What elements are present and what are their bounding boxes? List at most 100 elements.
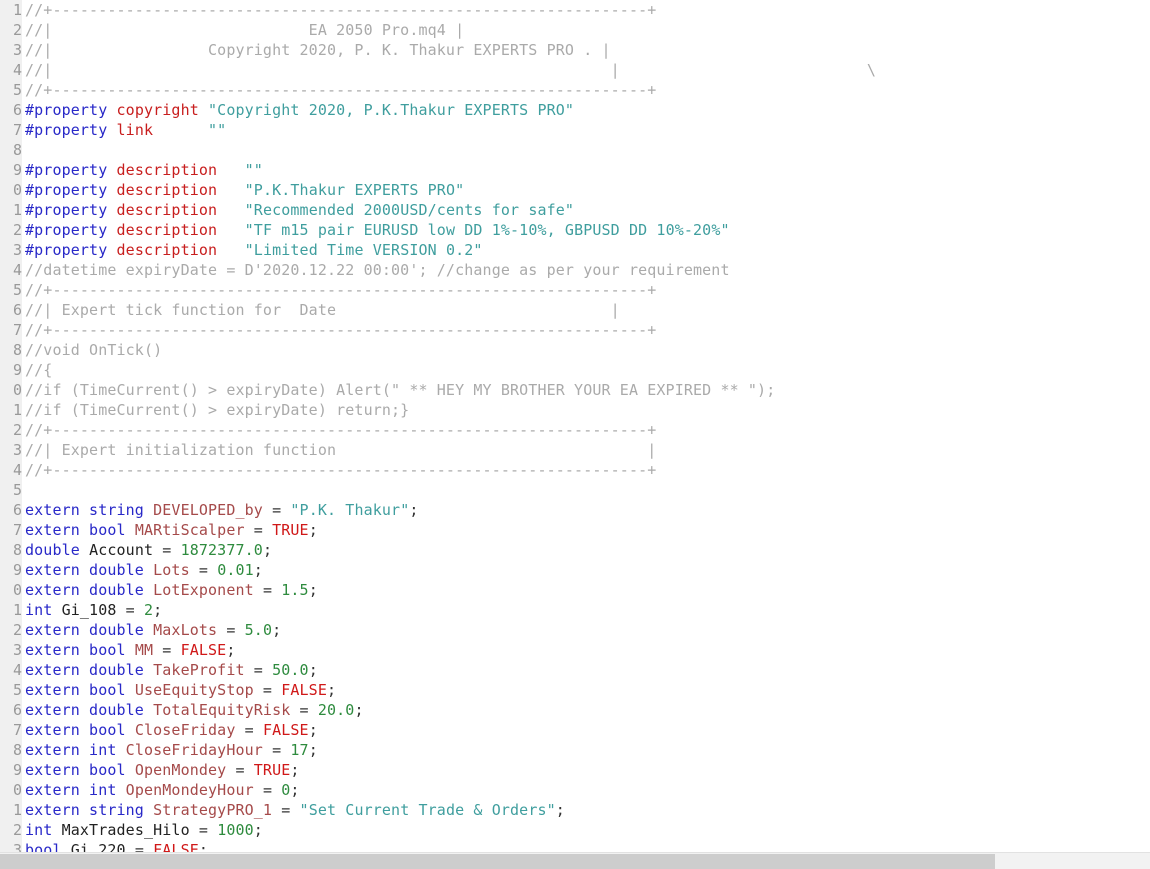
code-line[interactable]: 5 xyxy=(0,480,1150,500)
line-source[interactable]: extern double Lots = 0.01; xyxy=(25,560,263,580)
line-source[interactable]: //+-------------------------------------… xyxy=(25,280,656,300)
line-source[interactable]: //+-------------------------------------… xyxy=(25,0,656,20)
line-source[interactable]: //{ xyxy=(25,360,52,380)
token-punct: ; xyxy=(153,601,163,619)
line-source[interactable]: //| Copyright 2020, P. K. Thakur EXPERTS… xyxy=(25,40,611,60)
line-source[interactable]: //if (TimeCurrent() > expiryDate) Alert(… xyxy=(25,380,775,400)
code-line[interactable]: 2//+------------------------------------… xyxy=(0,420,1150,440)
code-line[interactable]: 0 extern double LotExponent = 1.5; xyxy=(0,580,1150,600)
line-source[interactable]: #property link "" xyxy=(25,120,226,140)
code-line[interactable]: 2 #property description "TF m15 pair EURU… xyxy=(0,220,1150,240)
token-punct: = xyxy=(189,821,218,839)
code-line[interactable]: 3 extern bool MM = FALSE; xyxy=(0,640,1150,660)
code-line[interactable]: 1 int Gi_108 = 2; xyxy=(0,600,1150,620)
line-source[interactable]: //| Expert tick function for Date | xyxy=(25,300,620,320)
line-source[interactable]: extern string StrategyPRO_1 = "Set Curre… xyxy=(25,800,565,820)
token-keyword: extern bool xyxy=(25,521,135,539)
code-line[interactable]: 1//+------------------------------------… xyxy=(0,0,1150,20)
code-lines-container[interactable]: 1 //+------------------------------------… xyxy=(0,0,1150,852)
code-line[interactable]: 9 #property description "" xyxy=(0,160,1150,180)
line-number: 8 xyxy=(12,341,22,359)
code-line[interactable]: 4//datetime expiryDate = D'2020.12.22 00… xyxy=(0,260,1150,280)
code-line[interactable]: 3//| Copyright 2020, P. K. Thakur EXPERT… xyxy=(0,40,1150,60)
line-source[interactable]: extern int CloseFridayHour = 17; xyxy=(25,740,318,760)
token-punct: = xyxy=(235,721,263,739)
line-source[interactable]: //| EA 2050 Pro.mq4 | xyxy=(25,20,464,40)
code-line[interactable]: 1 extern string StrategyPRO_1 = "Set Curr… xyxy=(0,800,1150,820)
line-source[interactable]: extern bool MARtiScalper = TRUE; xyxy=(25,520,318,540)
code-line[interactable]: 8 extern int CloseFridayHour = 17; xyxy=(0,740,1150,760)
code-line[interactable]: 6 extern string DEVELOPED_by = "P.K. Thak… xyxy=(0,500,1150,520)
line-source[interactable]: //+-------------------------------------… xyxy=(25,80,656,100)
code-line[interactable]: 8 double Account = 1872377.0; xyxy=(0,540,1150,560)
line-source[interactable]: extern int OpenMondeyHour = 0; xyxy=(25,780,300,800)
line-source[interactable]: extern double TotalEquityRisk = 20.0; xyxy=(25,700,364,720)
horizontal-scrollbar-track[interactable] xyxy=(995,854,1150,869)
line-source[interactable]: //datetime expiryDate = D'2020.12.22 00:… xyxy=(25,260,730,280)
horizontal-scrollbar[interactable] xyxy=(0,852,1150,869)
line-source[interactable]: double Account = 1872377.0; xyxy=(25,540,272,560)
code-line[interactable]: 7 #property link "" xyxy=(0,120,1150,140)
horizontal-scrollbar-thumb[interactable] xyxy=(0,854,995,869)
line-source[interactable]: //+-------------------------------------… xyxy=(25,320,656,340)
line-source[interactable]: #property description "Recommended 2000U… xyxy=(25,200,574,220)
line-source[interactable]: //| | \ xyxy=(25,60,876,80)
code-line[interactable]: 1//if (TimeCurrent() > expiryDate) retur… xyxy=(0,400,1150,420)
code-line[interactable]: 5//+------------------------------------… xyxy=(0,80,1150,100)
line-source[interactable]: extern double TakeProfit = 50.0; xyxy=(25,660,318,680)
line-source[interactable]: bool Gi_220 = FALSE; xyxy=(25,840,208,852)
token-punct: ; xyxy=(290,781,300,799)
editor-text-area[interactable]: 1 //+------------------------------------… xyxy=(0,0,1150,852)
token-comment: //+-------------------------------------… xyxy=(25,461,657,479)
code-line[interactable]: 3 bool Gi_220 = FALSE; xyxy=(0,840,1150,852)
line-source[interactable]: #property description "" xyxy=(25,160,263,180)
code-line[interactable]: 5 extern bool UseEquityStop = FALSE; xyxy=(0,680,1150,700)
line-source[interactable]: int MaxTrades_Hilo = 1000; xyxy=(25,820,263,840)
code-line[interactable]: 6//| Expert tick function for Date | xyxy=(0,300,1150,320)
line-source[interactable]: extern bool UseEquityStop = FALSE; xyxy=(25,680,336,700)
code-line[interactable]: 1 #property description "Recommended 2000… xyxy=(0,200,1150,220)
code-line[interactable]: 7 extern bool CloseFriday = FALSE; xyxy=(0,720,1150,740)
code-line[interactable]: 6 #property copyright "Copyright 2020, P.… xyxy=(0,100,1150,120)
code-line[interactable]: 9 extern double Lots = 0.01; xyxy=(0,560,1150,580)
code-line[interactable]: 9 extern bool OpenMondey = TRUE; xyxy=(0,760,1150,780)
line-source[interactable]: //if (TimeCurrent() > expiryDate) return… xyxy=(25,400,409,420)
line-source[interactable]: #property description "Limited Time VERS… xyxy=(25,240,483,260)
line-source[interactable]: //void OnTick() xyxy=(25,340,162,360)
code-line[interactable]: 8 xyxy=(0,140,1150,160)
code-line[interactable]: 3 #property description "Limited Time VER… xyxy=(0,240,1150,260)
code-line[interactable]: 5//+------------------------------------… xyxy=(0,280,1150,300)
code-line[interactable]: 7//+------------------------------------… xyxy=(0,320,1150,340)
line-source[interactable]: extern double MaxLots = 5.0; xyxy=(25,620,281,640)
code-line[interactable]: 2 int MaxTrades_Hilo = 1000; xyxy=(0,820,1150,840)
code-line[interactable]: 0 #property description "P.K.Thakur EXPER… xyxy=(0,180,1150,200)
code-line[interactable]: 4//| | \ xyxy=(0,60,1150,80)
line-source[interactable]: //+-------------------------------------… xyxy=(25,420,656,440)
code-line[interactable]: 7 extern bool MARtiScalper = TRUE; xyxy=(0,520,1150,540)
line-source[interactable]: #property copyright "Copyright 2020, P.K… xyxy=(25,100,574,120)
token-punct: = xyxy=(290,701,318,719)
line-source[interactable]: extern string DEVELOPED_by = "P.K. Thaku… xyxy=(25,500,419,520)
line-source[interactable]: int Gi_108 = 2; xyxy=(25,600,162,620)
code-line[interactable]: 9//{ xyxy=(0,360,1150,380)
line-source[interactable]: //| Expert initialization function | xyxy=(25,440,656,460)
code-line[interactable]: 3//| Expert initialization function | xyxy=(0,440,1150,460)
line-source[interactable]: #property description "TF m15 pair EURUS… xyxy=(25,220,730,240)
line-source[interactable]: #property description "P.K.Thakur EXPERT… xyxy=(25,180,464,200)
code-line[interactable]: 0 extern int OpenMondeyHour = 0; xyxy=(0,780,1150,800)
line-number: 1 xyxy=(12,201,22,219)
code-line[interactable]: 2//| EA 2050 Pro.mq4 | xyxy=(0,20,1150,40)
code-line[interactable]: 2 extern double MaxLots = 5.0; xyxy=(0,620,1150,640)
code-line[interactable]: 4//+------------------------------------… xyxy=(0,460,1150,480)
token-string: "TF m15 pair EURUSD low DD 1%-10%, GBPUS… xyxy=(244,221,730,239)
line-source[interactable]: extern bool CloseFriday = FALSE; xyxy=(25,720,318,740)
code-line[interactable]: 6 extern double TotalEquityRisk = 20.0; xyxy=(0,700,1150,720)
code-line[interactable]: 0//if (TimeCurrent() > expiryDate) Alert… xyxy=(0,380,1150,400)
line-source[interactable]: extern bool OpenMondey = TRUE; xyxy=(25,760,300,780)
code-line[interactable]: 4 extern double TakeProfit = 50.0; xyxy=(0,660,1150,680)
line-source[interactable]: //+-------------------------------------… xyxy=(25,460,656,480)
line-source[interactable]: extern double LotExponent = 1.5; xyxy=(25,580,318,600)
token-number: 1000 xyxy=(217,821,254,839)
code-line[interactable]: 8//void OnTick() xyxy=(0,340,1150,360)
line-source[interactable]: extern bool MM = FALSE; xyxy=(25,640,236,660)
